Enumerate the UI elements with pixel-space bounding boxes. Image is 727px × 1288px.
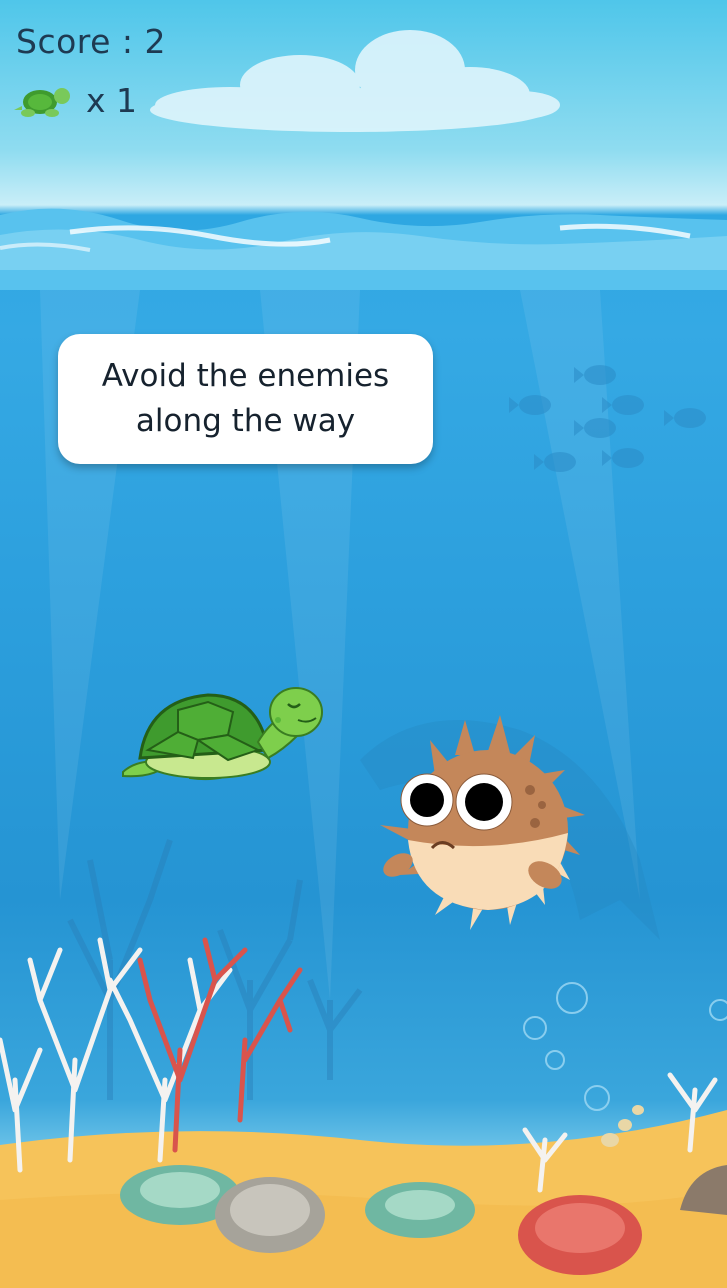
tutorial-tooltip: Avoid the enemies along the way xyxy=(58,334,433,464)
tutorial-message: Avoid the enemies along the way xyxy=(101,358,390,439)
score-label: Score : 2 xyxy=(16,22,167,61)
water-surface xyxy=(0,208,727,290)
lives-counter: x 1 xyxy=(14,80,137,120)
red-brain-coral xyxy=(518,1195,642,1275)
ocean-background xyxy=(0,30,727,1288)
cloud xyxy=(150,30,560,132)
pufferfish-enemy xyxy=(380,715,585,930)
lives-count: x 1 xyxy=(86,80,138,120)
game-canvas[interactable]: Score : 2 x 1 Avoid the enemies along th… xyxy=(0,0,727,1288)
player-turtle[interactable] xyxy=(118,680,328,790)
turtle-icon xyxy=(14,88,70,117)
